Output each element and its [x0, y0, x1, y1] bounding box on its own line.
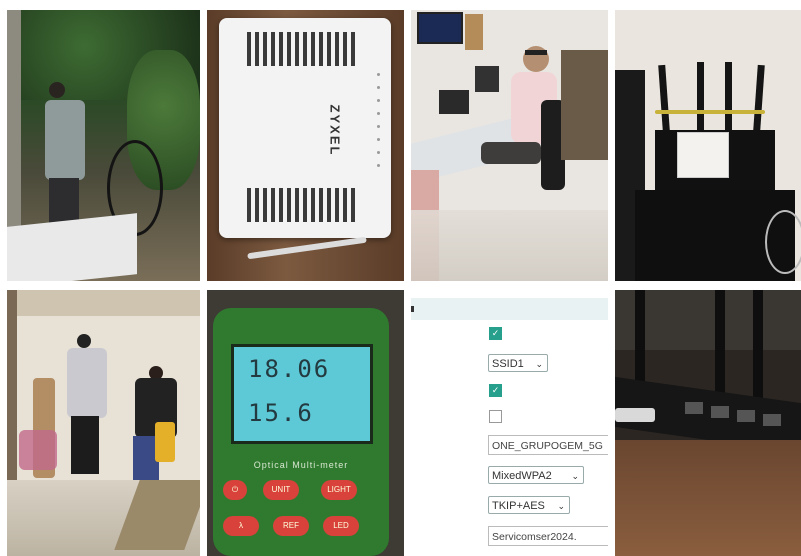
meter-screen: 18.06 15.6: [231, 344, 373, 444]
router-body: ZYXEL: [219, 18, 391, 238]
technician-desk-photo: [411, 10, 608, 281]
chevron-down-icon: ⌄: [557, 501, 565, 511]
chevron-down-icon: ⌄: [571, 471, 579, 481]
encryption-select[interactable]: TKIP+AES ⌄: [488, 496, 570, 514]
auth-mode-value: MixedWPA2: [492, 470, 552, 482]
router-ports-photo: [615, 290, 801, 556]
wifi-router-antennas-photo: [615, 10, 801, 281]
router-photo: ZYXEL: [207, 10, 404, 281]
optical-meter-photo: 18.06 15.6 Optical Multi-meter ⏻ UNIT LI…: [207, 290, 404, 556]
wifi-settings-screenshot: ✓ SSID1 ⌄ ✓ ONE_GRUPOGEM_5G MixedWPA2 ⌄ …: [411, 290, 608, 556]
broadcast-checkbox[interactable]: ✓: [489, 384, 502, 397]
meter-label: Optical Multi-meter: [253, 460, 349, 470]
technician-outdoor-photo: [7, 10, 200, 281]
ssid-select[interactable]: SSID1 ⌄: [488, 354, 548, 372]
router-brand-label: ZYXEL: [327, 104, 343, 157]
ssid-name-field[interactable]: ONE_GRUPOGEM_5G: [488, 435, 608, 455]
meter-button-ref: REF: [273, 516, 309, 536]
ssid-select-value: SSID1: [492, 358, 524, 370]
meter-body: 18.06 15.6 Optical Multi-meter ⏻ UNIT LI…: [213, 308, 389, 556]
isolation-checkbox[interactable]: [489, 410, 502, 423]
meter-reading-bottom: 15.6: [248, 399, 314, 427]
meter-button-unit: UNIT: [263, 480, 299, 500]
power-icon: ⏻: [223, 480, 247, 500]
auth-mode-select[interactable]: MixedWPA2 ⌄: [488, 466, 584, 484]
meter-button-lambda: λ: [223, 516, 259, 536]
enable-checkbox[interactable]: ✓: [489, 327, 502, 340]
chevron-down-icon: ⌄: [535, 359, 543, 369]
encryption-value: TKIP+AES: [492, 500, 545, 512]
installation-room-photo: [7, 290, 200, 556]
meter-button-led: LED: [323, 516, 359, 536]
password-field[interactable]: Servicomser2024.: [488, 526, 608, 546]
meter-button-light: LIGHT: [321, 480, 357, 500]
meter-reading-top: 18.06: [248, 355, 331, 383]
settings-header-bar: [411, 298, 608, 320]
